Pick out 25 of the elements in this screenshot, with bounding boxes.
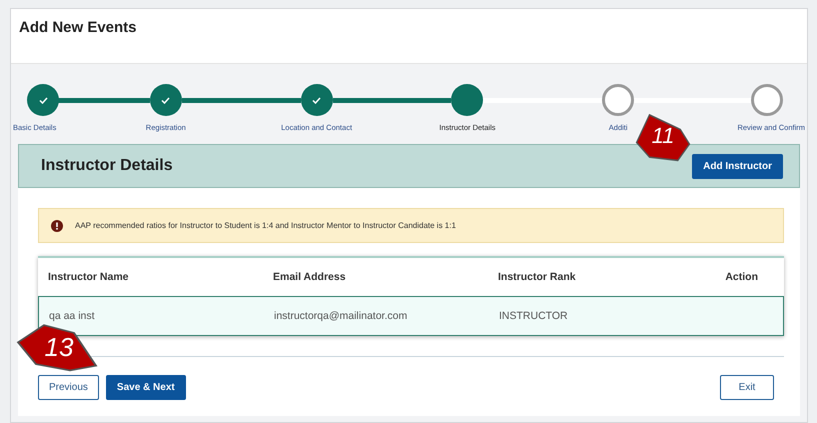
table-row[interactable]: qa aa inst instructorqa@mailinator.com INSTRUCTOR: [38, 296, 784, 336]
section-title: Instructor Details: [41, 157, 173, 175]
column-header: Instructor Rank: [498, 271, 577, 283]
step-circle[interactable]: [451, 84, 484, 116]
table-cell-text: qa aa inst: [49, 310, 96, 322]
alert-icon: [51, 220, 63, 232]
save-next-button[interactable]: Save & Next: [106, 375, 186, 400]
check-icon: [312, 96, 322, 104]
step-circle[interactable]: [150, 84, 182, 116]
step-circle[interactable]: [300, 84, 333, 116]
check-icon: [38, 96, 48, 104]
add-instructor-button[interactable]: Add Instructor: [692, 154, 783, 178]
step-circle[interactable]: [602, 84, 634, 116]
column-header: Instructor Name: [48, 271, 130, 283]
table-cell-text: INSTRUCTOR: [499, 310, 569, 322]
window-title: Add New Events: [19, 19, 138, 36]
alert-text: AAP recommended ratios for Instructor to Student is 1:4 and Instructor Mentor to Instructor Candidate is 1:1: [75, 221, 456, 230]
step-circle[interactable]: [27, 84, 59, 116]
previous-button[interactable]: Previous: [38, 375, 99, 400]
table-cell-text: instructorqa@mailinator.com: [274, 310, 408, 322]
check-icon: [161, 96, 170, 104]
column-header: Action: [724, 271, 759, 283]
column-header: Email Address: [273, 271, 347, 283]
exit-button[interactable]: Exit: [720, 375, 774, 400]
step-circle[interactable]: [750, 84, 783, 116]
